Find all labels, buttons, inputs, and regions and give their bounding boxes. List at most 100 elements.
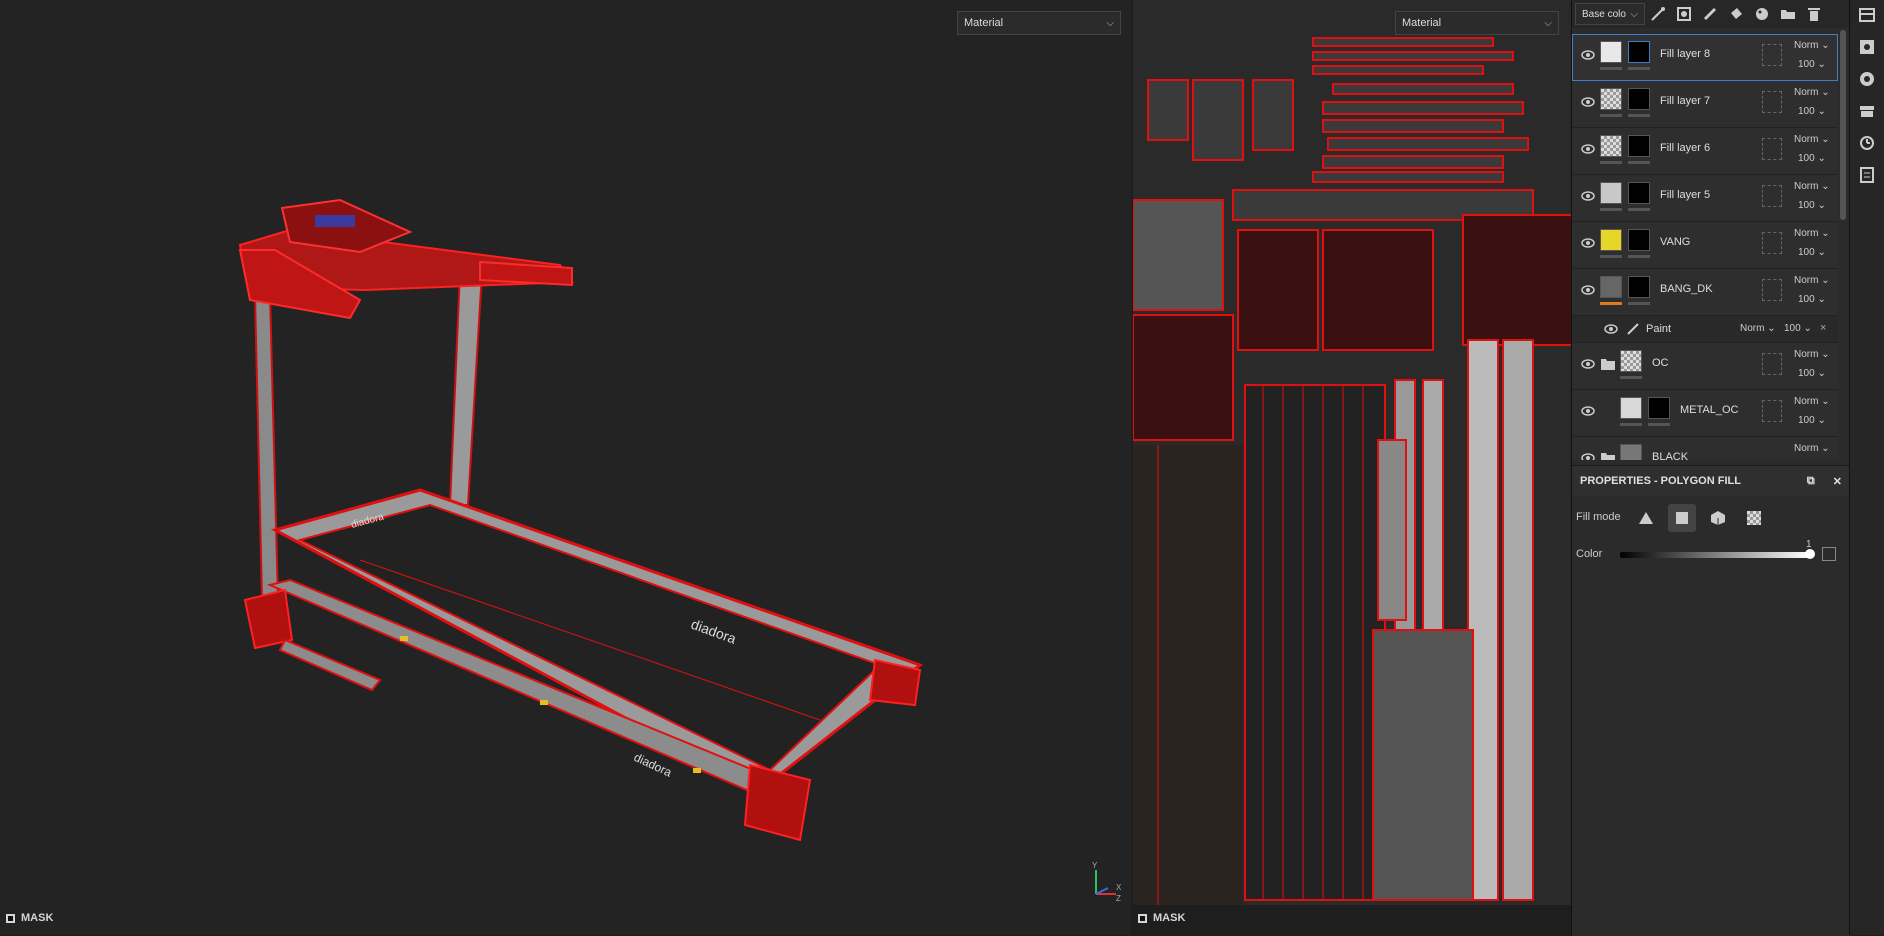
- brush-icon: [1627, 323, 1639, 335]
- channel-dropdown-2d[interactable]: Material ⌵: [1395, 11, 1559, 35]
- eye-icon[interactable]: [1581, 189, 1595, 203]
- layers-icon[interactable]: [1859, 7, 1875, 23]
- layer-row[interactable]: METAL_OC Norm ⌄ 100 ⌄: [1572, 390, 1838, 437]
- mesh-fill-icon[interactable]: [1668, 504, 1696, 532]
- mask-toggle-2d[interactable]: MASK: [1138, 912, 1185, 924]
- viewport-3d[interactable]: Material ⌵ diadora diadora diadora Y X Z…: [0, 0, 1131, 935]
- mask-thumbnail[interactable]: [1648, 397, 1670, 419]
- layer-effect-slot[interactable]: [1762, 91, 1782, 113]
- shelf-icon[interactable]: [1859, 103, 1875, 119]
- opacity-value[interactable]: 100 ⌄: [1798, 294, 1826, 305]
- blend-mode[interactable]: Norm ⌄: [1794, 275, 1830, 286]
- layer-row[interactable]: Fill layer 7 Norm ⌄ 100 ⌄: [1572, 81, 1838, 128]
- blend-mode[interactable]: Norm ⌄: [1794, 228, 1830, 239]
- mask-toggle-3d[interactable]: MASK: [6, 912, 53, 924]
- eye-icon[interactable]: [1581, 48, 1595, 62]
- viewport-2d[interactable]: Material ⌵ MASK: [1133, 0, 1571, 935]
- layer-scrollbar[interactable]: [1840, 30, 1846, 220]
- layer-list[interactable]: Fill layer 8 Norm ⌄ 100 ⌄ Fill layer 7 N…: [1572, 30, 1838, 460]
- opacity-value[interactable]: 100 ⌄: [1798, 153, 1826, 164]
- layer-row[interactable]: Fill layer 6 Norm ⌄ 100 ⌄: [1572, 128, 1838, 175]
- log-icon[interactable]: [1859, 167, 1875, 183]
- layer-effect-slot[interactable]: [1762, 44, 1782, 66]
- magic-wand-icon[interactable]: [1645, 1, 1671, 27]
- folder-icon[interactable]: [1775, 1, 1801, 27]
- eye-icon[interactable]: [1604, 322, 1618, 336]
- blend-mode-label: Norm: [1794, 443, 1819, 454]
- layer-effect-slot[interactable]: [1762, 279, 1782, 301]
- opacity-value[interactable]: 100 ⌄: [1798, 247, 1826, 258]
- opacity-value[interactable]: 100 ⌄: [1798, 415, 1826, 426]
- blend-mode[interactable]: Norm ⌄: [1794, 181, 1830, 192]
- mask-thumbnail[interactable]: [1628, 276, 1650, 298]
- display-settings-icon[interactable]: [1859, 71, 1875, 87]
- texture-set-icon[interactable]: [1859, 39, 1875, 55]
- layer-effect-slot[interactable]: [1762, 232, 1782, 254]
- palette-icon[interactable]: [1749, 1, 1775, 27]
- blend-mode[interactable]: Norm ⌄: [1794, 443, 1830, 454]
- opacity-value[interactable]: 100 ⌄: [1798, 106, 1826, 117]
- chevron-down-icon: ⌵: [1544, 17, 1552, 29]
- opacity-value[interactable]: 100 ⌄: [1798, 200, 1826, 211]
- mask-thumbnail[interactable]: [1628, 135, 1650, 157]
- triangle-fill-icon[interactable]: [1632, 504, 1660, 532]
- eye-icon[interactable]: [1581, 95, 1595, 109]
- bucket-icon[interactable]: [1723, 1, 1749, 27]
- layer-name: Fill layer 5: [1660, 189, 1711, 201]
- svg-text:Z: Z: [1116, 894, 1121, 902]
- layer-effect-slot[interactable]: [1762, 185, 1782, 207]
- trash-icon[interactable]: [1801, 1, 1827, 27]
- history-icon[interactable]: [1859, 135, 1875, 151]
- layer-row[interactable]: Fill layer 8 Norm ⌄ 100 ⌄: [1572, 34, 1838, 81]
- object-fill-icon[interactable]: [1704, 504, 1732, 532]
- opacity-value[interactable]: 100 ⌄: [1798, 59, 1826, 70]
- uv-chunk-fill-icon[interactable]: [1740, 504, 1768, 532]
- close-icon[interactable]: ×: [1820, 322, 1826, 334]
- uv-layout[interactable]: [1133, 0, 1571, 935]
- layer-thumbnail: [1600, 276, 1622, 298]
- mask-thumbnail[interactable]: [1628, 88, 1650, 110]
- layer-folder[interactable]: BLACK Norm ⌄: [1572, 437, 1838, 460]
- smart-mask-icon[interactable]: [1671, 1, 1697, 27]
- opacity-value[interactable]: 100 ⌄: [1784, 323, 1812, 334]
- color-slider[interactable]: [1620, 552, 1810, 558]
- layer-row[interactable]: BANG_DK Norm ⌄ 100 ⌄: [1572, 269, 1838, 316]
- layer-name: OC: [1652, 357, 1669, 369]
- layer-row[interactable]: VANG Norm ⌄ 100 ⌄: [1572, 222, 1838, 269]
- blend-mode[interactable]: Norm ⌄: [1794, 349, 1830, 360]
- mask-thumbnail[interactable]: [1628, 41, 1650, 63]
- effect-row[interactable]: Paint Norm ⌄ 100 ⌄ ×: [1572, 316, 1838, 343]
- side-toolbar: [1849, 0, 1884, 935]
- eye-icon[interactable]: [1581, 142, 1595, 156]
- blend-mode[interactable]: Norm ⌄: [1794, 87, 1830, 98]
- eye-icon[interactable]: [1581, 236, 1595, 250]
- folder-icon[interactable]: [1600, 357, 1616, 371]
- opacity-value[interactable]: 100 ⌄: [1798, 368, 1826, 379]
- eye-icon[interactable]: [1581, 283, 1595, 297]
- close-icon[interactable]: ✕: [1833, 475, 1842, 488]
- blend-mode[interactable]: Norm ⌄: [1794, 40, 1830, 51]
- eye-icon[interactable]: [1581, 357, 1595, 371]
- mask-thumbnail[interactable]: [1628, 229, 1650, 251]
- detach-icon[interactable]: ⧉: [1807, 475, 1815, 488]
- color-slider-handle[interactable]: [1805, 549, 1815, 559]
- opacity-label: 100: [1798, 368, 1815, 379]
- layer-row[interactable]: Fill layer 5 Norm ⌄ 100 ⌄: [1572, 175, 1838, 222]
- eye-icon[interactable]: [1581, 404, 1595, 418]
- color-picker-icon[interactable]: [1822, 547, 1836, 561]
- layer-thumbnail: [1600, 182, 1622, 204]
- thumbnail-bar: [1648, 423, 1670, 426]
- eye-icon[interactable]: [1581, 451, 1595, 460]
- mask-thumbnail[interactable]: [1628, 182, 1650, 204]
- layer-folder[interactable]: OC Norm ⌄ 100 ⌄: [1572, 343, 1838, 390]
- channel-select[interactable]: Base colo ⌵: [1575, 3, 1645, 25]
- brush-icon[interactable]: [1697, 1, 1723, 27]
- layer-effect-slot[interactable]: [1762, 353, 1782, 375]
- blend-mode[interactable]: Norm ⌄: [1794, 396, 1830, 407]
- blend-mode[interactable]: Norm ⌄: [1740, 323, 1776, 334]
- treadmill-model[interactable]: diadora diadora diadora: [0, 0, 1131, 935]
- layer-effect-slot[interactable]: [1762, 400, 1782, 422]
- layer-effect-slot[interactable]: [1762, 138, 1782, 160]
- blend-mode[interactable]: Norm ⌄: [1794, 134, 1830, 145]
- folder-icon[interactable]: [1600, 451, 1616, 460]
